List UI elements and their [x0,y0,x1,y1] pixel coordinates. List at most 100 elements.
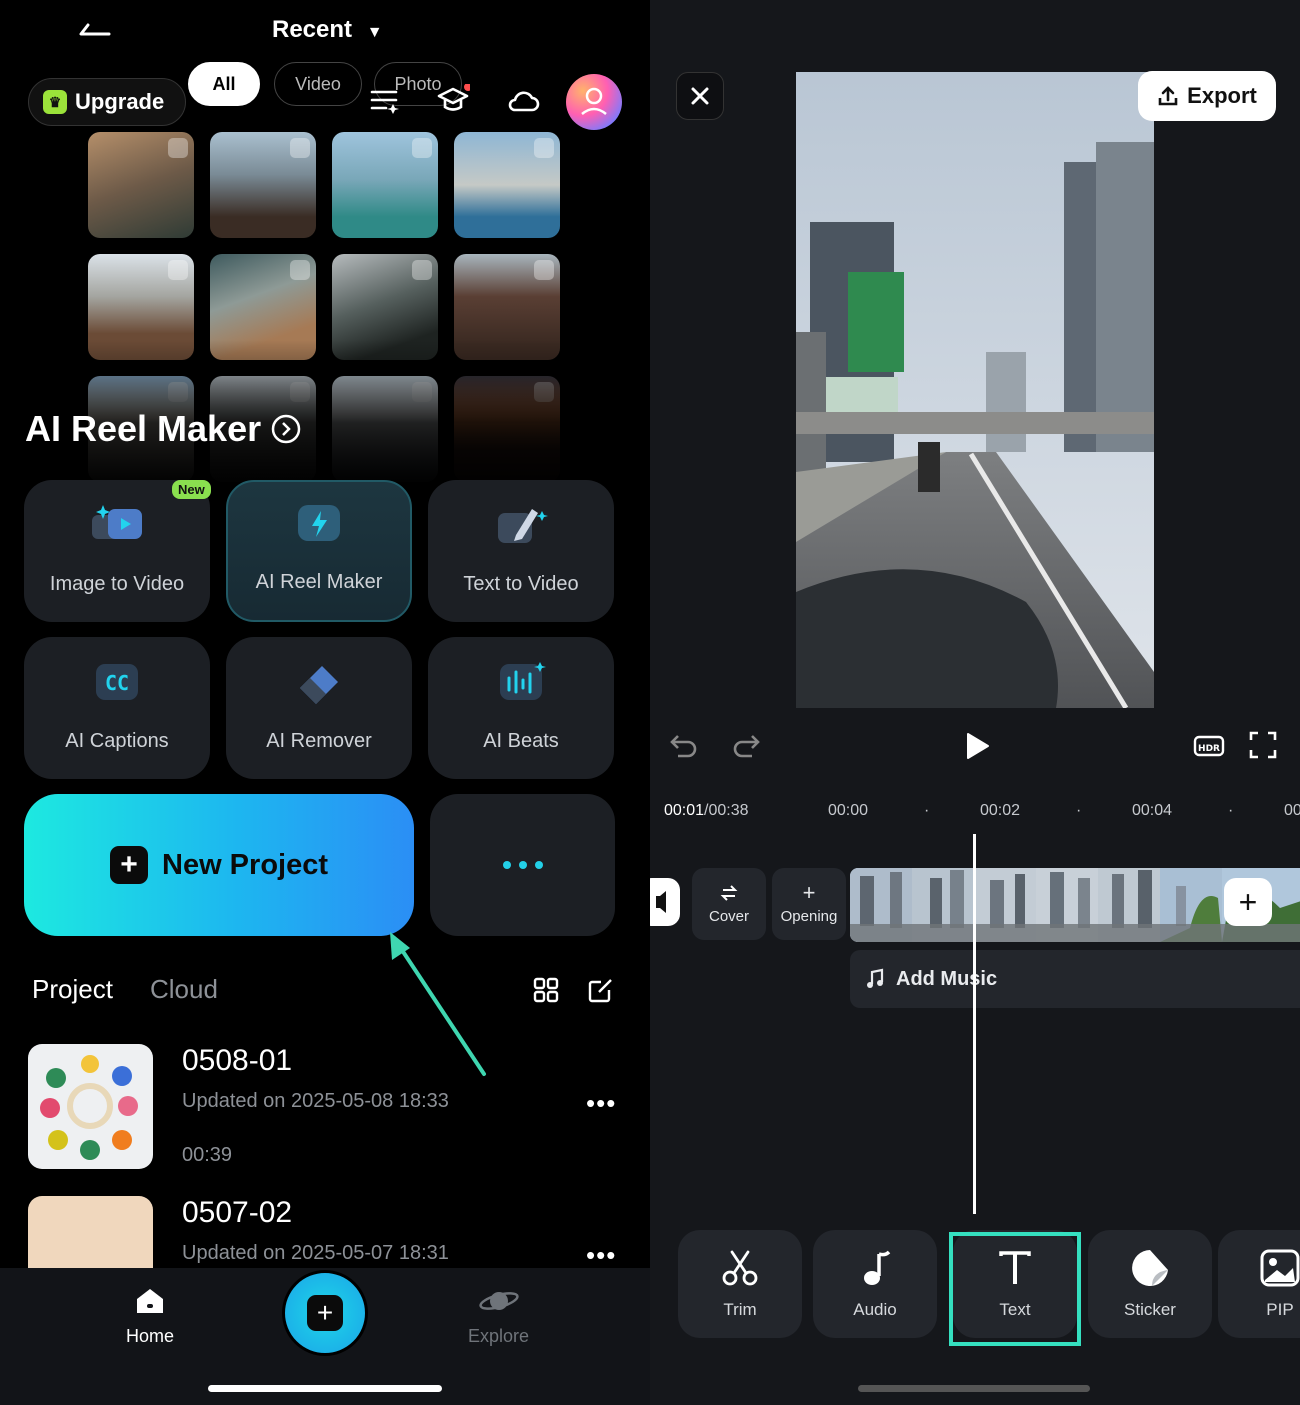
cloud-icon[interactable] [506,84,540,118]
close-button[interactable] [676,72,724,120]
tool-ai-reel-maker[interactable]: AI Reel Maker [226,480,412,622]
media-thumb[interactable] [332,132,438,238]
crown-icon: ♛ [43,90,67,114]
tutorial-cap-icon[interactable] [436,84,470,118]
tool-image-to-video[interactable]: Image to Video [24,480,210,622]
tool-text-to-video[interactable]: Text to Video [428,480,614,622]
ai-reel-icon [298,505,340,541]
new-project-button[interactable]: + New Project [24,794,414,936]
opening-button[interactable]: + Opening [772,868,846,940]
task-list-icon[interactable] [368,84,402,118]
fullscreen-icon[interactable] [1248,730,1278,760]
nav-explore-label: Explore [468,1326,530,1346]
nav-explore[interactable]: Explore [468,1286,529,1347]
tool-audio[interactable]: Audio [813,1230,937,1338]
eraser-icon [300,666,338,704]
avatar[interactable] [566,74,622,130]
expand-icon[interactable] [290,138,310,158]
total-time: /00:38 [704,802,749,819]
expand-icon[interactable] [412,138,432,158]
ai-reel-maker-heading[interactable]: AI Reel Maker [25,408,301,450]
beats-icon [500,662,546,700]
expand-icon[interactable] [534,138,554,158]
tool-label: AI Beats [483,730,559,752]
upload-icon [1158,86,1178,106]
ruler-tick: 00:04 [1132,802,1173,819]
expand-icon[interactable] [168,260,188,280]
speaker-icon [656,891,666,913]
add-clip-button[interactable]: + [1224,878,1272,926]
playback-time: 00:01/00:38 [664,802,749,820]
media-thumb[interactable] [88,132,194,238]
tool-label: AI Reel Maker [255,571,383,593]
tool-label: Text to Video [463,573,579,595]
back-arrow-icon[interactable] [78,22,112,42]
media-thumb[interactable] [454,132,560,238]
text-to-video-icon [498,509,548,543]
play-icon[interactable] [960,730,992,762]
annotation-arrow [390,932,486,1076]
create-fab[interactable]: + [282,1270,368,1356]
home-screen: Recent ▼ All Video Photo ♛ Upgrade AI Re… [0,0,650,1405]
tool-ai-beats[interactable]: AI Beats [428,637,614,779]
more-dots-icon [502,861,511,869]
recent-dropdown[interactable]: Recent ▼ [272,16,383,44]
project-more-button[interactable]: ••• [586,1088,616,1119]
tool-ai-captions[interactable]: CC AI Captions [24,637,210,779]
playhead[interactable] [973,834,976,1214]
pip-icon [1260,1249,1300,1287]
edit-icon[interactable] [587,976,615,1004]
video-preview[interactable] [796,72,1154,708]
svg-text:CC: CC [105,671,129,695]
text-tool-highlight [949,1232,1081,1346]
filter-all[interactable]: All [188,62,260,106]
nav-home-label: Home [126,1326,175,1346]
plus-icon: + [307,1295,343,1331]
tool-pip[interactable]: PIP [1218,1230,1300,1338]
tool-label: Sticker [1124,1300,1176,1319]
planet-icon [478,1292,519,1310]
undo-icon[interactable] [668,730,700,762]
media-thumb[interactable] [210,132,316,238]
caret-down-icon: ▼ [366,24,383,41]
project-name: 0507-02 [182,1196,293,1229]
export-button[interactable]: Export [1138,71,1276,121]
upgrade-label: Upgrade [75,89,165,114]
tab-cloud[interactable]: Cloud [150,974,218,1005]
cover-button[interactable]: Cover [692,868,766,940]
expand-icon[interactable] [534,260,554,280]
editor-screen: Export HDR 00:01/00:38 00:00 · 00:02 · 0… [650,0,1300,1405]
new-project-label: New Project [162,848,328,881]
current-time: 00:01 [664,802,705,819]
add-music-button[interactable]: Add Music [850,950,1300,1008]
expand-icon[interactable] [168,138,188,158]
project-updated: Updated on 2025-05-08 18:33 [182,1090,449,1112]
ruler-tick: 00:00 [828,802,869,819]
project-thumbnail[interactable] [28,1044,153,1169]
nav-home[interactable]: Home [126,1286,174,1347]
tool-sticker[interactable]: Sticker [1088,1230,1212,1338]
grid-view-icon[interactable] [532,976,560,1004]
more-tools-button[interactable] [430,794,615,936]
tool-label: PIP [1266,1300,1294,1319]
tool-trim[interactable]: Trim [678,1230,802,1338]
plus-icon: + [110,846,148,884]
mute-button[interactable] [650,878,680,926]
hdr-icon[interactable]: HDR [1193,730,1225,762]
image-to-video-icon [92,505,142,539]
filter-video[interactable]: Video [274,62,362,106]
project-more-button[interactable]: ••• [586,1240,616,1271]
project-name: 0508-01 [182,1044,293,1077]
opening-label: Opening [780,907,838,925]
expand-icon[interactable] [412,260,432,280]
upgrade-button[interactable]: ♛ Upgrade [28,78,186,126]
ruler-tick: 00:02 [980,802,1021,819]
home-indicator [208,1385,442,1392]
tool-label: Trim [723,1300,757,1319]
cc-icon: CC [96,664,138,700]
home-icon [137,1289,163,1313]
expand-icon[interactable] [290,260,310,280]
tab-project[interactable]: Project [32,974,113,1005]
tool-ai-remover[interactable]: AI Remover [226,637,412,779]
redo-icon[interactable] [730,730,762,762]
